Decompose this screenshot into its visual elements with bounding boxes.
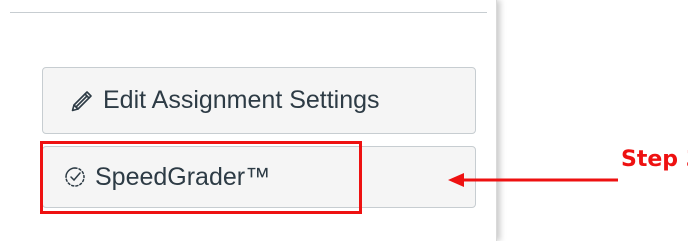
- highlight-box: [40, 141, 362, 214]
- edit-assignment-settings-label: Edit Assignment Settings: [103, 86, 380, 114]
- annotation-arrow: [448, 173, 618, 187]
- edit-assignment-settings-button[interactable]: Edit Assignment Settings: [42, 67, 476, 134]
- pencil-icon: [69, 88, 95, 114]
- step-label: Step 3: [621, 147, 688, 172]
- divider: [10, 12, 487, 13]
